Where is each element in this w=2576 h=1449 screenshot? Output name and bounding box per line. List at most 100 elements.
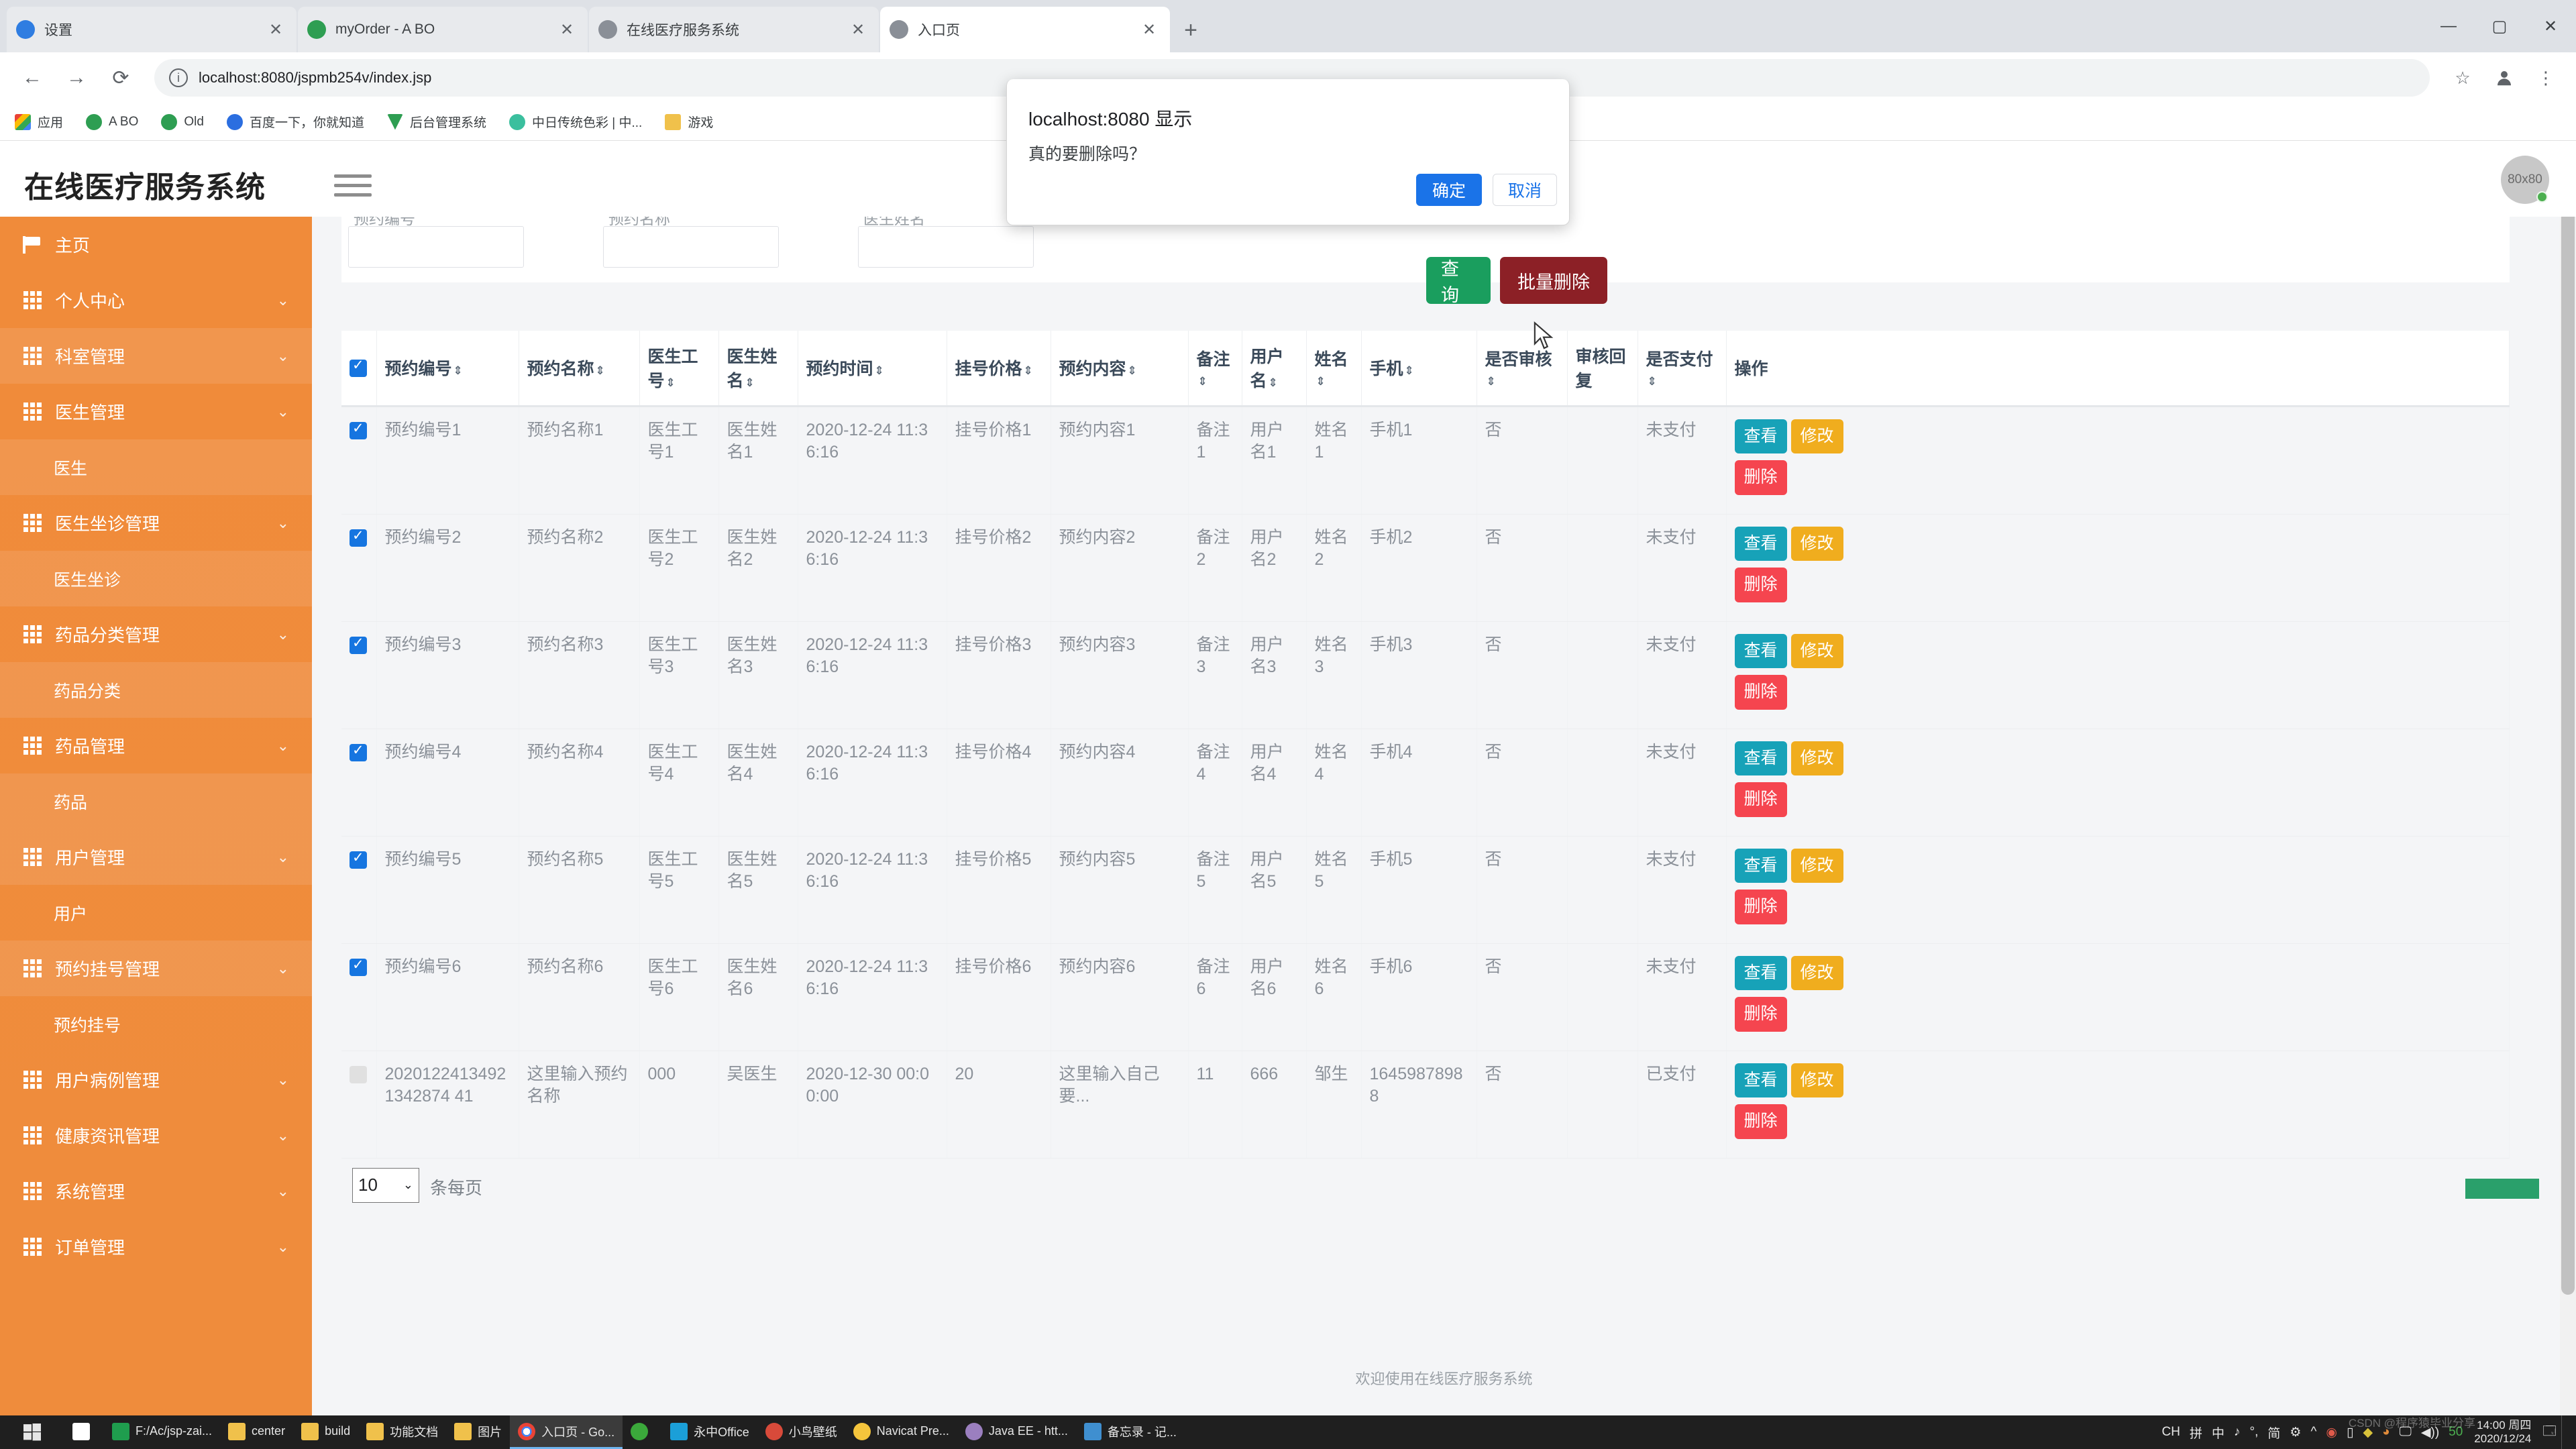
reload-icon[interactable]: ⟳	[101, 58, 141, 98]
delete-button[interactable]: 删除	[1735, 890, 1787, 924]
sort-icon[interactable]: ⇕	[1128, 364, 1137, 377]
bookmark-item[interactable]: 百度一下，你就知道	[227, 113, 364, 131]
col-header-docno[interactable]: 医生工号⇕	[639, 331, 718, 406]
col-header-code[interactable]: 预约编号⇕	[376, 331, 519, 406]
new-tab-button[interactable]: +	[1171, 11, 1210, 50]
query-button[interactable]: 查询	[1426, 257, 1491, 304]
view-button[interactable]: 查看	[1735, 527, 1787, 561]
bookmark-item[interactable]: 中日传统色彩 | 中...	[509, 113, 642, 131]
close-icon[interactable]: ✕	[1138, 20, 1161, 40]
view-button[interactable]: 查看	[1735, 956, 1787, 991]
sidebar-item-case-mgmt[interactable]: 用户病例管理 ⌄	[0, 1052, 312, 1108]
view-button[interactable]: 查看	[1735, 419, 1787, 454]
sidebar-item-department-mgmt[interactable]: 科室管理 ⌄	[0, 328, 312, 384]
select-all-checkbox[interactable]	[350, 360, 367, 377]
sidebar-item-user[interactable]: 用户	[0, 885, 312, 941]
tray-music-icon[interactable]: ♪	[2229, 1425, 2245, 1440]
sort-icon[interactable]: ⇕	[875, 364, 884, 377]
sidebar-item-drug-category[interactable]: 药品分类	[0, 662, 312, 718]
delete-button[interactable]: 删除	[1735, 782, 1787, 817]
tray-simplified-icon[interactable]: 简	[2263, 1424, 2285, 1442]
table-row[interactable]: 预约编号2 预约名称2 医生工号2 医生姓名2 2020-12-24 11:36…	[341, 514, 2510, 621]
tray-notifications-icon[interactable]: 🗔	[2538, 1421, 2561, 1443]
sidebar-item-doctor-clinic[interactable]: 医生坐诊	[0, 551, 312, 606]
taskbar-item-hbuilder[interactable]: F:/Ac/jsp-zai...	[104, 1415, 220, 1449]
table-row[interactable]: 预约编号4 预约名称4 医生工号4 医生姓名4 2020-12-24 11:36…	[341, 729, 2510, 836]
taskbar-item-phonelink[interactable]	[64, 1415, 104, 1449]
minimize-icon[interactable]: —	[2423, 0, 2474, 52]
taskbar-item-center[interactable]: center	[220, 1415, 293, 1449]
scrollbar-thumb[interactable]	[2561, 181, 2575, 1295]
row-checkbox-cell[interactable]	[341, 729, 376, 836]
browser-tab-active[interactable]: 入口页 ✕	[880, 7, 1170, 52]
edit-button[interactable]: 修改	[1791, 956, 1843, 991]
col-header-remark[interactable]: 备注⇕	[1188, 331, 1242, 406]
close-icon[interactable]: ✕	[555, 20, 578, 40]
taskbar-item-navicat[interactable]: Navicat Pre...	[845, 1415, 957, 1449]
bookmark-item[interactable]: Old	[161, 114, 204, 130]
sidebar-item-order-mgmt[interactable]: 订单管理 ⌄	[0, 1219, 312, 1275]
view-button[interactable]: 查看	[1735, 849, 1787, 883]
sort-icon[interactable]: ⇕	[1024, 364, 1033, 377]
col-header-content[interactable]: 预约内容⇕	[1051, 331, 1188, 406]
browser-tab[interactable]: 在线医疗服务系统 ✕	[589, 7, 879, 52]
row-checkbox[interactable]	[350, 637, 367, 654]
row-checkbox-cell[interactable]	[341, 514, 376, 621]
col-header-paid[interactable]: 是否支付⇕	[1638, 331, 1726, 406]
browser-tab[interactable]: 设置 ✕	[7, 7, 297, 52]
delete-button[interactable]: 删除	[1735, 568, 1787, 602]
row-checkbox[interactable]	[350, 422, 367, 439]
sidebar-item-appointment-mgmt[interactable]: 预约挂号管理 ⌄	[0, 941, 312, 996]
row-checkbox[interactable]	[350, 529, 367, 547]
sort-icon[interactable]: ⇕	[1269, 376, 1278, 389]
sidebar-item-health-news-mgmt[interactable]: 健康资讯管理 ⌄	[0, 1108, 312, 1163]
back-icon[interactable]: ←	[12, 58, 52, 98]
sidebar-item-appointment[interactable]: 预约挂号	[0, 996, 312, 1052]
tray-expand-chevron-icon[interactable]: ^	[2306, 1425, 2321, 1440]
delete-button[interactable]: 删除	[1735, 675, 1787, 710]
taskbar-clock[interactable]: 14:00 周四 2020/12/24	[2467, 1419, 2538, 1445]
edit-button[interactable]: 修改	[1791, 741, 1843, 776]
hamburger-icon[interactable]	[334, 174, 372, 203]
close-window-icon[interactable]: ✕	[2525, 0, 2576, 52]
taskbar-item-office[interactable]: 永中Office	[662, 1415, 757, 1449]
sidebar-item-doctor[interactable]: 医生	[0, 439, 312, 495]
row-checkbox-cell[interactable]	[341, 1051, 376, 1158]
row-checkbox-cell[interactable]	[341, 943, 376, 1051]
browser-menu-icon[interactable]: ⋮	[2528, 60, 2564, 96]
tray-ime-mode[interactable]: CH	[2157, 1425, 2185, 1440]
forward-icon[interactable]: →	[56, 58, 97, 98]
sidebar-item-user-mgmt[interactable]: 用户管理 ⌄	[0, 829, 312, 885]
edit-button[interactable]: 修改	[1791, 419, 1843, 454]
view-button[interactable]: 查看	[1735, 741, 1787, 776]
page-scrollbar[interactable]	[2560, 141, 2576, 1415]
sort-icon[interactable]: ⇕	[1487, 375, 1496, 388]
dialog-ok-button[interactable]: 确定	[1416, 174, 1482, 206]
col-header-realname[interactable]: 姓名⇕	[1306, 331, 1361, 406]
bookmark-star-icon[interactable]: ☆	[2445, 60, 2481, 96]
close-icon[interactable]: ✕	[847, 20, 869, 40]
maximize-icon[interactable]: ▢	[2474, 0, 2525, 52]
taskbar-item-eclipse[interactable]: Java EE - htt...	[957, 1415, 1076, 1449]
table-row[interactable]: 预约编号6 预约名称6 医生工号6 医生姓名6 2020-12-24 11:36…	[341, 943, 2510, 1051]
tray-punctuation-icon[interactable]: °,	[2245, 1425, 2263, 1440]
col-header-name[interactable]: 预约名称⇕	[519, 331, 639, 406]
sort-icon[interactable]: ⇕	[1648, 375, 1657, 388]
bookmark-item[interactable]: A BO	[86, 114, 138, 130]
sort-icon[interactable]: ⇕	[745, 376, 755, 389]
bookmark-item[interactable]: 应用	[15, 113, 63, 131]
sidebar-item-personal-center[interactable]: 个人中心 ⌄	[0, 272, 312, 328]
avatar[interactable]: 80x80	[2501, 156, 2549, 204]
profile-avatar-icon[interactable]	[2486, 60, 2522, 96]
select-all-cell[interactable]	[341, 331, 376, 406]
table-row[interactable]: 20201224134921342874 41 这里输入预约名称 000 吴医生…	[341, 1051, 2510, 1158]
taskbar-item-images[interactable]: 图片	[446, 1415, 510, 1449]
sidebar-item-home[interactable]: 主页	[0, 217, 312, 272]
row-checkbox-cell[interactable]	[341, 621, 376, 729]
sidebar-item-drug-mgmt[interactable]: 药品管理 ⌄	[0, 718, 312, 773]
info-icon[interactable]: i	[169, 68, 188, 87]
sort-icon[interactable]: ⇕	[1316, 375, 1326, 388]
taskbar-item-chrome[interactable]: 入口页 - Go...	[510, 1415, 623, 1449]
tray-antivirus-icon[interactable]: ◉	[2321, 1425, 2342, 1440]
table-row[interactable]: 预约编号3 预约名称3 医生工号3 医生姓名3 2020-12-24 11:36…	[341, 621, 2510, 729]
